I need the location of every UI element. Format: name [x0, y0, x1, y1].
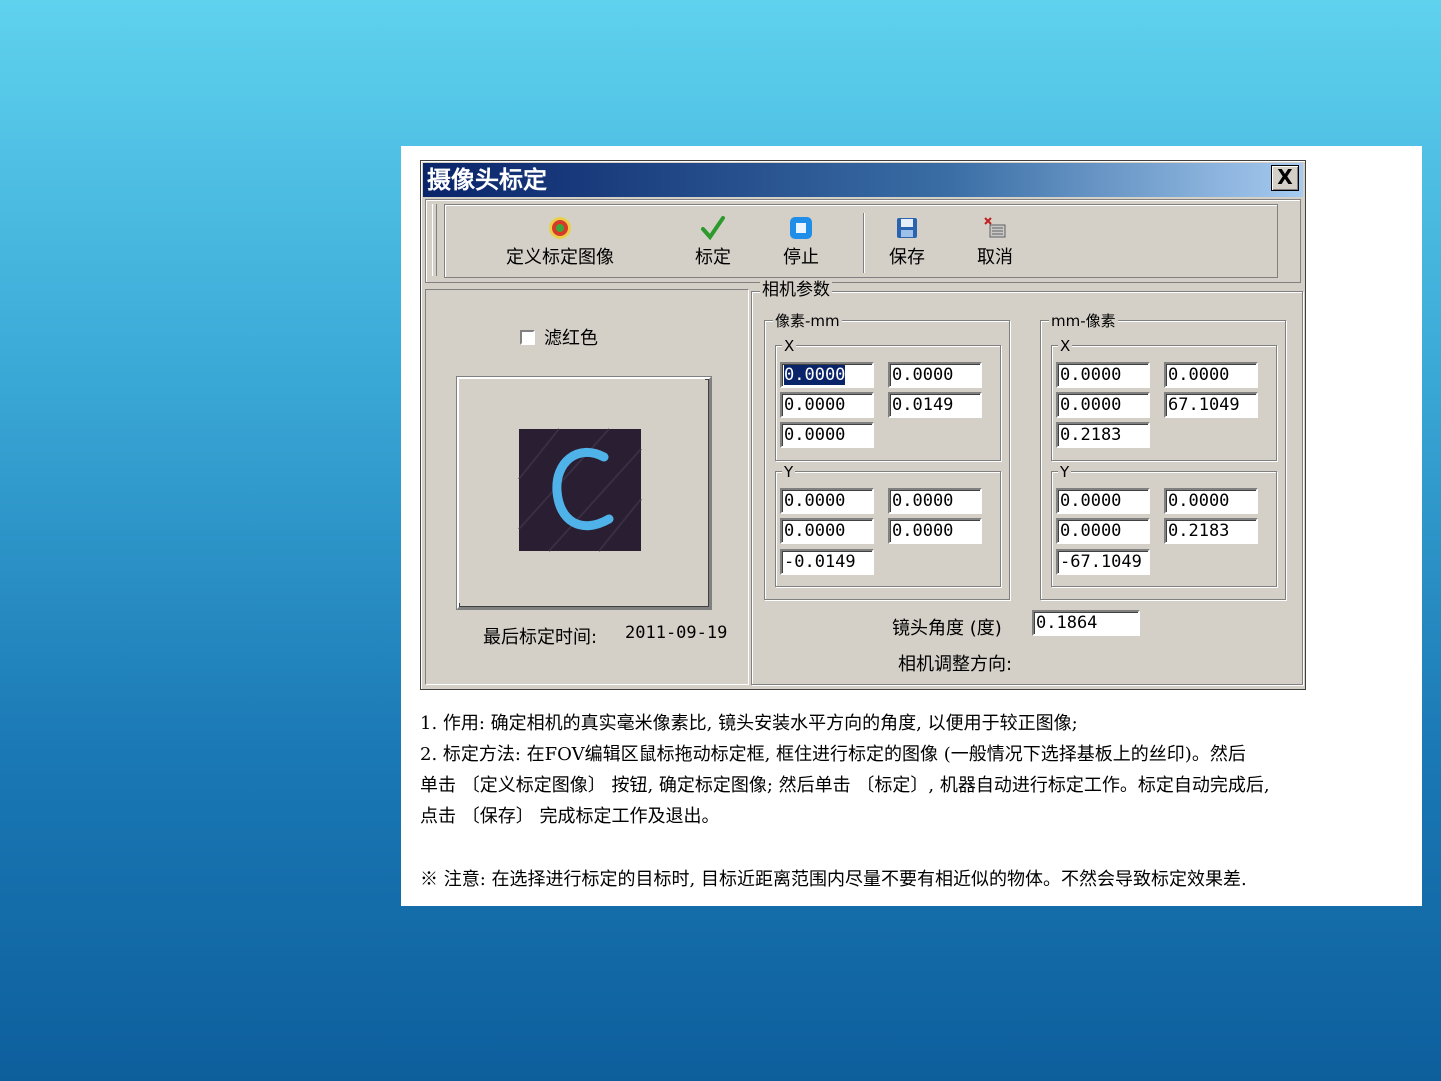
instruction-line-4: 点击 〔保存〕 完成标定工作及退出。	[420, 806, 720, 827]
toolbar-frame: 定义标定图像 标定 停止 保存 取消	[425, 199, 1301, 283]
mm-pixel-group: mm-像素 X 0.0000 0.0000 0.0000 67.1049 0.2…	[1040, 311, 1286, 600]
calibration-instructions: 1. 作用: 确定相机的真实毫米像素比, 镜头安装水平方向的角度, 以便用于较正…	[420, 708, 1410, 895]
pixel-mm-y-r2c2-field[interactable]: 0.0000	[888, 518, 982, 544]
last-calibration-label: 最后标定时间:	[483, 627, 598, 648]
camera-calibration-dialog: 摄像头标定 X 定义标定图像 标定 停止 保存 取消 滤红色 最后标定时间: 2…	[420, 160, 1306, 690]
save-label: 保存	[889, 247, 925, 268]
mm-pixel-y-r1c1-field[interactable]: 0.0000	[1056, 488, 1150, 514]
mm-pixel-y-r2c1-field[interactable]: 0.0000	[1056, 518, 1150, 544]
pixel-mm-y-r1c1-field[interactable]: 0.0000	[780, 488, 874, 514]
last-calibration-date: 2011-09-19	[625, 623, 728, 643]
camera-params-group: 相机参数 像素-mm X 0.0000 0.0000 0.0000 0.0149…	[751, 280, 1303, 685]
stop-icon	[790, 217, 812, 239]
pixel-mm-y-label: Y	[782, 462, 796, 482]
toolbar-separator	[863, 213, 864, 273]
pixel-mm-x-r1c1-field[interactable]: 0.0000	[780, 362, 874, 388]
pixel-mm-y-r2c1-field[interactable]: 0.0000	[780, 518, 874, 544]
lens-angle-label: 镜头角度 (度)	[892, 618, 1002, 639]
calibrate-button[interactable]: 标定	[683, 215, 743, 271]
pixel-mm-y-group: Y 0.0000 0.0000 0.0000 0.0000 -0.0149	[775, 462, 1001, 587]
mm-pixel-y-r1c2-field[interactable]: 0.0000	[1164, 488, 1258, 514]
mm-pixel-y-r2c2-field[interactable]: 0.2183	[1164, 518, 1258, 544]
lens-angle-field[interactable]: 0.1864	[1032, 610, 1140, 636]
instruction-line-2: 2. 标定方法: 在FOV编辑区鼠标拖动标定框, 框住进行标定的图像 (一般情况…	[420, 744, 1246, 765]
mm-pixel-y-label: Y	[1058, 462, 1072, 482]
pixel-mm-y-r1c2-field[interactable]: 0.0000	[888, 488, 982, 514]
instruction-line-3: 单击 〔定义标定图像〕 按钮, 确定标定图像; 然后单击 〔标定〕, 机器自动进…	[420, 775, 1270, 796]
instruction-line-1: 1. 作用: 确定相机的真实毫米像素比, 镜头安装水平方向的角度, 以便用于较正…	[420, 713, 1078, 734]
calibration-target-image	[459, 379, 705, 603]
cancel-label: 取消	[977, 247, 1013, 268]
cancel-button[interactable]: 取消	[965, 215, 1025, 271]
close-button[interactable]: X	[1271, 165, 1299, 191]
filter-red-checkbox[interactable]	[520, 330, 535, 345]
pixel-mm-x-label: X	[782, 336, 797, 356]
stop-button[interactable]: 停止	[771, 215, 831, 271]
mm-pixel-x-r2c2-field[interactable]: 67.1049	[1164, 392, 1258, 418]
filter-red-label: 滤红色	[544, 328, 598, 349]
mm-pixel-y-group: Y 0.0000 0.0000 0.0000 0.2183 -67.1049	[1051, 462, 1277, 587]
pixel-mm-y-r3c1-field[interactable]: -0.0149	[780, 549, 874, 575]
checkmark-icon	[701, 216, 725, 241]
save-button[interactable]: 保存	[877, 215, 937, 271]
mm-pixel-title: mm-像素	[1049, 311, 1118, 331]
pixel-mm-x-r1c1-value: 0.0000	[784, 365, 846, 385]
mm-pixel-x-label: X	[1058, 336, 1073, 356]
pixel-mm-x-r1c2-field[interactable]: 0.0000	[888, 362, 982, 388]
pixel-mm-group: 像素-mm X 0.0000 0.0000 0.0000 0.0149 0.00…	[764, 311, 1010, 600]
pixel-mm-x-group: X 0.0000 0.0000 0.0000 0.0149 0.0000	[775, 336, 1001, 461]
define-calibration-image-label: 定义标定图像	[506, 247, 614, 268]
instruction-note: ※ 注意: 在选择进行标定的目标时, 目标近距离范围内尽量不要有相近似的物体。不…	[420, 869, 1247, 890]
stop-label: 停止	[783, 247, 819, 268]
define-calibration-image-button[interactable]: 定义标定图像	[485, 215, 635, 271]
calibration-image-preview	[457, 377, 711, 609]
mm-pixel-x-r1c1-field[interactable]: 0.0000	[1056, 362, 1150, 388]
target-icon	[549, 217, 571, 239]
floppy-disk-icon	[897, 218, 917, 238]
mm-pixel-x-group: X 0.0000 0.0000 0.0000 67.1049 0.2183	[1051, 336, 1277, 461]
close-icon: X	[1277, 165, 1293, 189]
pixel-mm-title: 像素-mm	[773, 311, 842, 331]
cancel-icon	[984, 217, 1006, 238]
pixel-mm-x-r2c2-field[interactable]: 0.0149	[888, 392, 982, 418]
mm-pixel-x-r3c1-field[interactable]: 0.2183	[1056, 422, 1150, 448]
dialog-title: 摄像头标定	[427, 165, 547, 194]
pixel-mm-x-r3c1-field[interactable]: 0.0000	[780, 422, 874, 448]
toolbar: 定义标定图像 标定 停止 保存 取消	[444, 204, 1278, 278]
mm-pixel-y-r3c1-field[interactable]: -67.1049	[1056, 549, 1150, 575]
toolbar-grip[interactable]	[432, 204, 437, 276]
pixel-mm-x-r2c1-field[interactable]: 0.0000	[780, 392, 874, 418]
dialog-titlebar: 摄像头标定	[423, 163, 1303, 197]
mm-pixel-x-r1c2-field[interactable]: 0.0000	[1164, 362, 1258, 388]
calibrate-label: 标定	[695, 247, 731, 268]
mm-pixel-x-r2c1-field[interactable]: 0.0000	[1056, 392, 1150, 418]
camera-params-title: 相机参数	[760, 280, 832, 300]
camera-adjust-direction-label: 相机调整方向:	[898, 654, 1013, 675]
